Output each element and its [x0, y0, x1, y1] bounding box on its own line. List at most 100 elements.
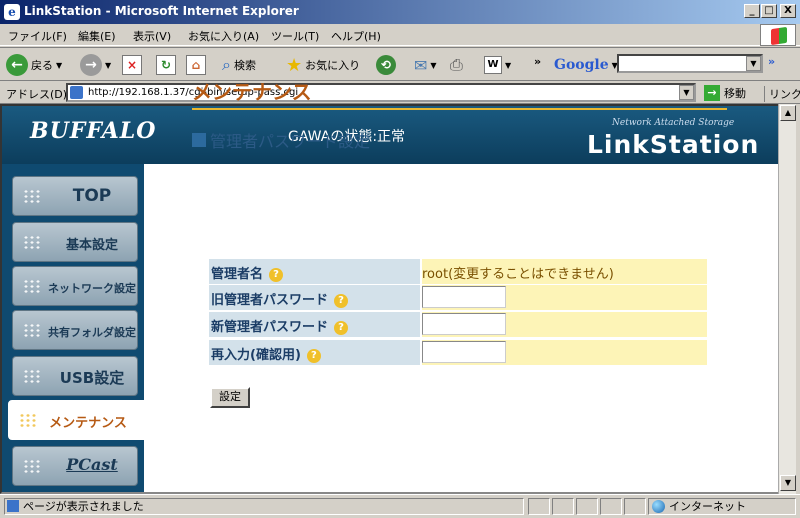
admin-name-label: 管理者名 [211, 267, 264, 282]
forward-dropdown-icon[interactable]: ▼ [105, 61, 111, 70]
status-pane [528, 498, 550, 515]
section-title-text: 管理者パスワード設定 [210, 132, 371, 151]
history-button[interactable]: ⟲ [376, 53, 396, 77]
grip-icon [23, 323, 41, 339]
minimize-button[interactable]: _ [744, 4, 760, 18]
home-button[interactable]: ⌂ [186, 53, 206, 77]
scroll-down-icon[interactable]: ▼ [780, 475, 796, 491]
confirm-password-cell [422, 340, 707, 365]
nav-shared-folder-settings[interactable]: 共有フォルダ設定 [12, 310, 138, 350]
help-icon[interactable]: ? [334, 320, 349, 335]
new-password-cell [422, 312, 707, 337]
status-pane [624, 498, 646, 515]
nav-maintenance[interactable]: メンテナンス [8, 400, 144, 440]
maximize-button[interactable]: □ [761, 4, 777, 18]
status-pane [576, 498, 598, 515]
refresh-icon: ↻ [156, 55, 176, 75]
google-button[interactable]: Google ▼ [554, 53, 618, 77]
ie-logo-icon: e [4, 4, 20, 20]
help-icon[interactable]: ? [306, 348, 321, 363]
menu-file[interactable]: ファイル(F) [8, 28, 67, 44]
menu-tools[interactable]: ツール(T) [271, 28, 319, 44]
go-button[interactable]: → 移動 [704, 85, 746, 101]
help-icon[interactable]: ? [334, 293, 349, 308]
confirm-password-label: 再入力(確認用) [211, 348, 301, 363]
status-pane [552, 498, 574, 515]
mail-button[interactable]: ✉ ▼ [414, 53, 437, 77]
forward-button[interactable]: → ▼ [80, 53, 111, 77]
stop-icon: × [122, 55, 142, 75]
status-text-pane: ページが表示されました [4, 498, 524, 515]
nav-basic-settings[interactable]: 基本設定 [12, 222, 138, 262]
back-button[interactable]: ← 戻る ▼ [6, 53, 62, 77]
buffalo-logo: BUFFALO [30, 118, 157, 144]
title-bar: e LinkStation - Microsoft Internet Explo… [0, 0, 800, 24]
menu-help[interactable]: ヘルプ(H) [331, 28, 381, 44]
security-zone: インターネット [648, 498, 796, 515]
links-button[interactable]: リンク [764, 86, 800, 102]
grip-icon [23, 369, 41, 385]
address-dropdown-icon[interactable]: ▼ [679, 85, 694, 100]
google-toolbar-chevron[interactable]: » [768, 49, 775, 73]
admin-name-value: root(変更することはできません) [422, 259, 707, 284]
edit-dropdown-icon[interactable]: ▼ [505, 61, 511, 70]
menu-favorites[interactable]: お気に入り(A) [188, 28, 259, 44]
scroll-up-icon[interactable]: ▲ [780, 105, 796, 121]
nav-label: メンテナンス [49, 416, 127, 431]
search-icon: ⌕ [222, 55, 231, 74]
old-password-label-cell: 旧管理者パスワード? [209, 285, 420, 310]
help-icon[interactable]: ? [269, 267, 284, 282]
heading-divider [192, 108, 727, 110]
toolbar: ← 戻る ▼ → ▼ × ↻ ⌂ ⌕ 検索 ★ お気に入り ⟲ ✉ ▼ ⎙ W … [0, 47, 800, 81]
old-password-label: 旧管理者パスワード [211, 293, 329, 308]
grip-icon [23, 189, 41, 205]
address-input[interactable]: http://192.168.1.37/cgi-bin/setup-pass.c… [66, 83, 696, 102]
page-icon [7, 500, 19, 512]
close-button[interactable]: X [780, 4, 796, 18]
print-button[interactable]: ⎙ [450, 53, 463, 77]
toolbar-chevron[interactable]: » [534, 49, 541, 73]
new-password-input[interactable] [422, 313, 506, 335]
submit-button[interactable]: 設定 [210, 387, 250, 408]
stop-button[interactable]: × [122, 53, 142, 77]
page-heading: メンテナンス [192, 80, 312, 104]
edit-button[interactable]: W ▼ [484, 53, 511, 77]
back-arrow-icon: ← [6, 54, 28, 76]
vertical-scrollbar[interactable]: ▲ ▼ [778, 104, 796, 494]
grip-icon [23, 459, 41, 475]
menu-bar: ファイル(F) 編集(E) 表示(V) お気に入り(A) ツール(T) ヘルプ(… [0, 24, 800, 46]
address-label: アドレス(D) [6, 88, 68, 101]
history-icon: ⟲ [376, 55, 396, 75]
google-history-dropdown-icon[interactable]: ▼ [746, 56, 761, 71]
google-search-input[interactable]: ▼ [617, 54, 763, 73]
forward-arrow-icon: → [80, 54, 102, 76]
old-password-input[interactable] [422, 286, 506, 308]
section-title: 管理者パスワード設定 [192, 128, 370, 152]
back-dropdown-icon[interactable]: ▼ [56, 61, 62, 70]
favorites-label: お気に入り [305, 59, 361, 72]
nav-label: TOP [72, 186, 112, 206]
header-banner: BUFFALO GAWAの状態:正常 Network Attached Stor… [2, 106, 778, 164]
form-row-new-password: 新管理者パスワード? [209, 312, 707, 337]
nav-top[interactable]: TOP [12, 176, 138, 216]
admin-name-label-cell: 管理者名? [209, 259, 420, 284]
form-row-old-password: 旧管理者パスワード? [209, 285, 707, 310]
go-label: 移動 [724, 87, 746, 100]
refresh-button[interactable]: ↻ [156, 53, 176, 77]
favorites-button[interactable]: ★ お気に入り [286, 53, 360, 77]
menu-view[interactable]: 表示(V) [133, 28, 171, 44]
search-button[interactable]: ⌕ 検索 [222, 53, 256, 77]
nav-label: 共有フォルダ設定 [48, 326, 136, 339]
status-bar: ページが表示されました インターネット [0, 494, 800, 518]
nav-pcast[interactable]: PCast [12, 446, 138, 486]
page-icon [70, 86, 83, 99]
grip-icon [23, 279, 41, 295]
grip-icon [23, 235, 41, 251]
old-password-cell [422, 285, 707, 310]
nav-network-settings[interactable]: ネットワーク設定 [12, 266, 138, 306]
new-password-label: 新管理者パスワード [211, 320, 329, 335]
confirm-password-input[interactable] [422, 341, 506, 363]
mail-dropdown-icon[interactable]: ▼ [430, 61, 436, 70]
nav-usb-settings[interactable]: USB設定 [12, 356, 138, 396]
menu-edit[interactable]: 編集(E) [78, 28, 116, 44]
